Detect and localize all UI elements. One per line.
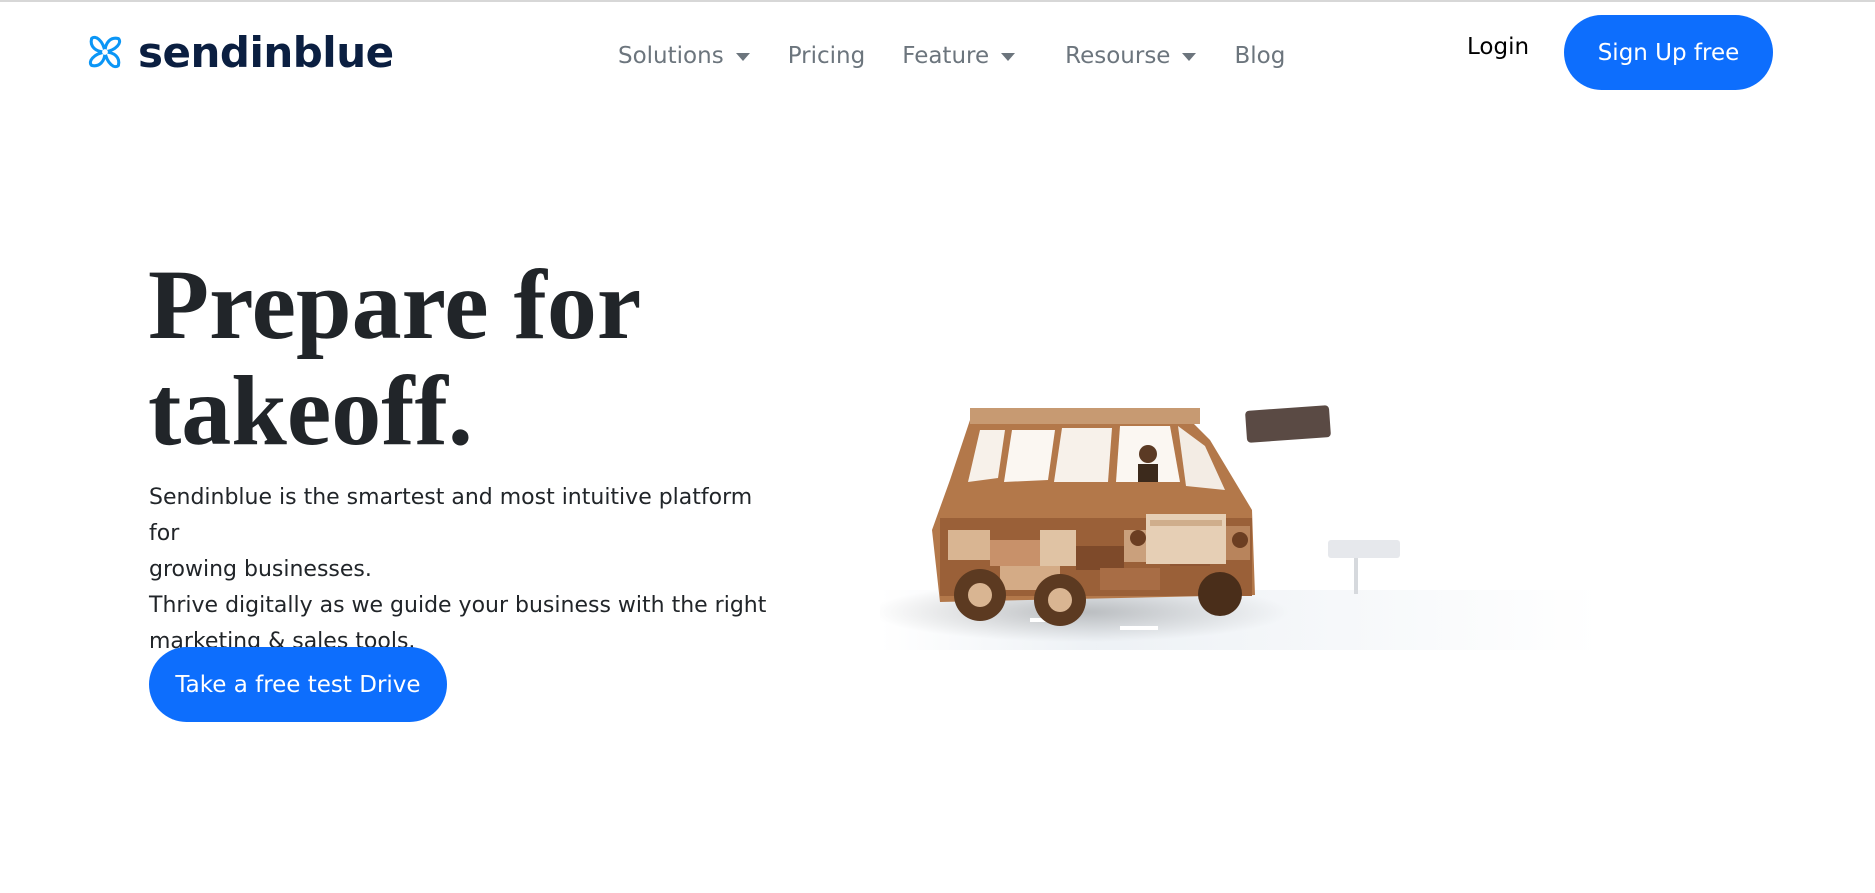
caret-down-icon <box>1182 53 1197 61</box>
wooden-van-illustration <box>880 405 1600 650</box>
nav-blog-label: Blog <box>1234 43 1286 69</box>
nav-resourse[interactable]: Resourse <box>1065 43 1197 69</box>
hero-description: Sendinblue is the smartest and most intu… <box>149 480 789 660</box>
sign-up-button[interactable]: Sign Up free <box>1564 15 1773 90</box>
hero-desc-line-3: Thrive digitally as we guide your busine… <box>149 593 767 618</box>
caret-down-icon <box>1001 53 1016 61</box>
nav-feature[interactable]: Feature <box>902 43 1016 69</box>
nav-feature-label: Feature <box>902 43 990 69</box>
nav-solutions[interactable]: Solutions <box>618 43 750 69</box>
brand-name: sendinblue <box>138 27 394 77</box>
main-menu: Solutions Pricing Feature Resourse Blog <box>618 30 1285 82</box>
hero-title-line-2: takeoff. <box>148 355 473 466</box>
brand-logo[interactable]: sendinblue <box>82 24 394 80</box>
caret-down-icon <box>735 53 750 61</box>
hero-title-line-1: Prepare for <box>148 249 642 360</box>
top-navigation: sendinblue Solutions Pricing Feature Res… <box>0 2 1875 102</box>
nav-pricing[interactable]: Pricing <box>788 43 866 69</box>
login-link[interactable]: Login <box>1467 34 1529 60</box>
nav-resourse-label: Resourse <box>1065 43 1171 69</box>
nav-blog[interactable]: Blog <box>1234 43 1285 69</box>
sendinblue-swirl-icon <box>88 35 122 69</box>
nav-solutions-label: Solutions <box>618 43 724 69</box>
test-drive-button[interactable]: Take a free test Drive <box>149 647 447 722</box>
nav-pricing-label: Pricing <box>787 43 866 69</box>
hero-desc-line-2: growing businesses. <box>149 557 372 582</box>
hero-title: Prepare for takeoff. <box>148 252 848 464</box>
hero-desc-line-1: Sendinblue is the smartest and most intu… <box>149 485 753 546</box>
